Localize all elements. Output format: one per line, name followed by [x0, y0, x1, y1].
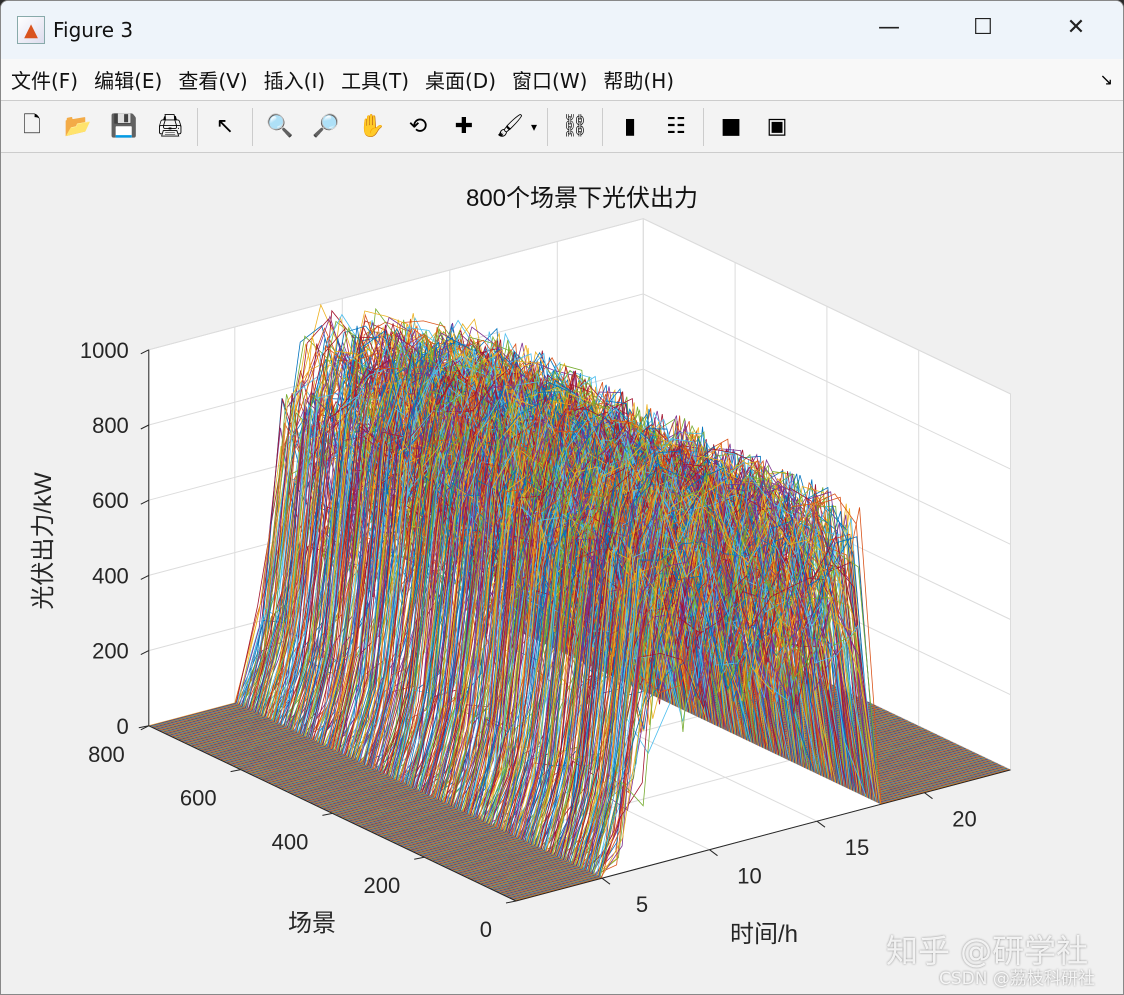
- z-tick: [140, 650, 150, 656]
- x-tick: [924, 792, 933, 800]
- x-tick: [709, 849, 718, 857]
- legend-icon[interactable]: ☷: [660, 111, 692, 143]
- x-tick-label: 5: [636, 892, 648, 917]
- menu-insert[interactable]: 插入(I): [264, 65, 326, 94]
- zoom-out-icon[interactable]: 🔎: [310, 111, 342, 143]
- toolbar-separator: [252, 107, 253, 146]
- x-tick: [601, 877, 611, 885]
- z-tick: [140, 424, 150, 430]
- y-tick-label: 200: [363, 873, 400, 898]
- z-tick: [140, 499, 150, 505]
- maximize-icon[interactable]: ☐: [963, 15, 1003, 45]
- menu-file[interactable]: 文件(F): [11, 65, 78, 94]
- window-title: Figure 3: [53, 18, 134, 42]
- z-tick: [140, 349, 150, 355]
- print-icon[interactable]: 🖨: [154, 111, 186, 143]
- y-tick: [322, 812, 333, 816]
- y-tick: [230, 769, 241, 773]
- toolbar-separator: [547, 107, 548, 146]
- close-icon[interactable]: ✕: [1056, 15, 1096, 45]
- y-tick: [414, 856, 425, 860]
- rotate-3d-icon[interactable]: ⟲: [402, 111, 434, 143]
- menu-edit[interactable]: 编辑(E): [94, 65, 162, 94]
- menu-tools[interactable]: 工具(T): [341, 65, 409, 94]
- figure-window: ▲ Figure 3 — ☐ ✕ 文件(F) 编辑(E) 查看(V) 插入(I)…: [0, 0, 1124, 995]
- x-tick: [816, 820, 826, 828]
- brush-icon[interactable]: 🖌: [494, 111, 526, 143]
- z-tick-label: 800: [92, 413, 129, 438]
- y-tick-label: 400: [272, 829, 309, 854]
- menu-help[interactable]: 帮助(H): [603, 65, 674, 94]
- zoom-in-icon[interactable]: 🔍: [264, 111, 296, 143]
- open-icon[interactable]: 📂: [62, 111, 94, 143]
- pan-icon[interactable]: ✋: [356, 111, 388, 143]
- z-tick-label: 400: [92, 563, 129, 588]
- matlab-logo-icon: ▲: [17, 16, 45, 44]
- chart-title: 800个场景下光伏出力: [466, 185, 698, 212]
- menu-view[interactable]: 查看(V): [178, 65, 247, 94]
- axes-3d[interactable]: 5101520020040060080002004006008001000800…: [1, 153, 1124, 995]
- z-tick: [140, 574, 150, 580]
- y-tick-label: 800: [88, 742, 125, 767]
- toolbar-separator: [197, 107, 198, 146]
- new-figure-icon[interactable]: 🗋: [16, 111, 48, 143]
- dock-arrow-icon[interactable]: ↘: [1100, 70, 1113, 89]
- title-bar: ▲ Figure 3 — ☐ ✕: [1, 1, 1123, 59]
- y-tick: [505, 900, 517, 904]
- x-tick-label: 10: [737, 864, 761, 889]
- minimize-icon[interactable]: —: [869, 15, 909, 45]
- menu-desktop[interactable]: 桌面(D): [425, 65, 496, 94]
- z-tick-label: 1000: [80, 338, 129, 363]
- x-tick-label: 15: [845, 835, 869, 860]
- x-tick-label: 20: [952, 807, 976, 832]
- menu-window[interactable]: 窗口(W): [512, 65, 587, 94]
- z-tick-label: 200: [92, 639, 129, 664]
- link-plot-icon[interactable]: ⛓: [559, 111, 591, 143]
- show-plot-tools-icon[interactable]: ▣: [761, 111, 793, 143]
- toolbar-separator: [703, 107, 704, 146]
- y-tick-label: 0: [480, 917, 492, 942]
- y-axis-label: 场景: [288, 910, 336, 937]
- y-tick-label: 600: [180, 786, 217, 811]
- hide-plot-tools-icon[interactable]: ■: [715, 111, 747, 143]
- toolbar-separator: [602, 107, 603, 146]
- z-tick-label: 600: [92, 488, 129, 513]
- colorbar-icon[interactable]: ▮: [614, 111, 646, 143]
- x-axis-label: 时间/h: [730, 921, 798, 948]
- menu-bar: 文件(F) 编辑(E) 查看(V) 插入(I) 工具(T) 桌面(D) 窗口(W…: [1, 59, 1123, 101]
- brush-dropdown-icon[interactable]: ▾: [529, 111, 539, 143]
- data-cursor-icon[interactable]: ✚: [448, 111, 480, 143]
- watermark-csdn: CSDN @荔枝科研社: [939, 969, 1095, 989]
- z-tick-label: 0: [117, 714, 129, 739]
- pointer-icon[interactable]: ↖: [209, 111, 241, 143]
- save-icon[interactable]: 💾: [108, 111, 140, 143]
- toolbar: 🗋 📂 💾 🖨 ↖ 🔍 🔎 ✋ ⟲ ✚ 🖌 ▾ ⛓ ▮ ☷ ■ ▣: [1, 101, 1123, 153]
- z-axis-label: 光伏出力/kW: [30, 472, 57, 610]
